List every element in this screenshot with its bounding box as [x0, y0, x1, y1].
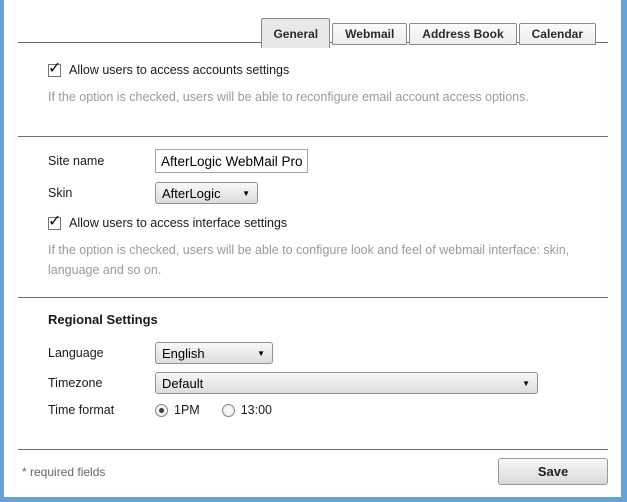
- timezone-select-value: Default: [162, 376, 203, 391]
- tab-calendar[interactable]: Calendar: [519, 23, 596, 45]
- interface-access-label: Allow users to access interface settings: [69, 216, 287, 230]
- radio-button[interactable]: [222, 404, 235, 417]
- checkmark-icon: ✓: [48, 58, 61, 78]
- interface-access-checkbox[interactable]: ✓: [48, 217, 61, 230]
- chevron-down-icon: ▼: [242, 189, 250, 199]
- footer: * required fields Save: [18, 458, 608, 485]
- section-divider: [18, 136, 608, 137]
- accounts-access-label: Allow users to access accounts settings: [69, 63, 289, 77]
- required-fields-note: * required fields: [22, 465, 105, 479]
- tab-webmail[interactable]: Webmail: [332, 23, 407, 45]
- time-format-option-label: 1PM: [174, 403, 200, 417]
- language-select-value: English: [162, 346, 205, 361]
- site-name-label: Site name: [48, 154, 155, 168]
- timezone-select[interactable]: Default ▼: [155, 372, 538, 394]
- tab-bar: General Webmail Address Book Calendar: [18, 0, 608, 45]
- radio-dot: [159, 408, 164, 413]
- accounts-access-row: ✓ Allow users to access accounts setting…: [48, 62, 608, 78]
- regional-settings-title: Regional Settings: [48, 312, 608, 327]
- site-name-row: Site name: [18, 149, 608, 173]
- radio-button[interactable]: [155, 404, 168, 417]
- language-select[interactable]: English ▼: [155, 342, 273, 364]
- language-label: Language: [48, 346, 155, 360]
- skin-select[interactable]: AfterLogic ▼: [155, 182, 258, 204]
- accounts-access-checkbox[interactable]: ✓: [48, 64, 61, 77]
- skin-select-value: AfterLogic: [162, 186, 221, 201]
- interface-access-row: ✓ Allow users to access interface settin…: [48, 215, 608, 231]
- site-name-input[interactable]: [155, 149, 308, 173]
- interface-access-hint: If the option is checked, users will be …: [48, 240, 596, 280]
- chevron-down-icon: ▼: [257, 349, 265, 359]
- tab-general[interactable]: General: [261, 18, 330, 48]
- tab-address-book[interactable]: Address Book: [409, 23, 516, 45]
- language-row: Language English ▼: [18, 342, 608, 364]
- timezone-label: Timezone: [48, 376, 155, 390]
- skin-row: Skin AfterLogic ▼: [18, 182, 608, 204]
- time-format-option-label: 13:00: [241, 403, 272, 417]
- time-format-label: Time format: [48, 403, 155, 417]
- chevron-down-icon: ▼: [522, 379, 530, 389]
- time-format-option[interactable]: 1PM: [155, 403, 200, 417]
- section-divider: [18, 297, 608, 298]
- checkmark-icon: ✓: [48, 211, 61, 231]
- accounts-access-hint: If the option is checked, users will be …: [48, 87, 596, 107]
- footer-divider: [18, 449, 608, 450]
- skin-label: Skin: [48, 186, 155, 200]
- time-format-row: Time format 1PM 13:00: [18, 402, 608, 418]
- save-button[interactable]: Save: [498, 458, 608, 485]
- time-format-option[interactable]: 13:00: [222, 403, 272, 417]
- settings-window: General Webmail Address Book Calendar ✓ …: [0, 0, 627, 502]
- timezone-row: Timezone Default ▼: [18, 372, 608, 394]
